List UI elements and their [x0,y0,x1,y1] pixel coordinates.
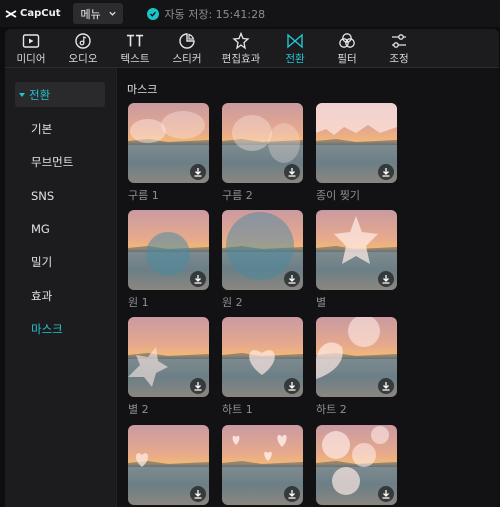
chevron-down-icon [109,11,116,16]
transition-card[interactable] [316,317,397,397]
download-icon[interactable] [284,486,300,502]
transition-card[interactable] [222,103,303,183]
tab-label: 미디어 [16,53,46,65]
materials-panel: 미디어 오디오 텍스트 스티커 편집효과 전환 필터 조정 전환 기본 무브먼트… [5,29,499,507]
sticker-icon [178,32,196,50]
effects-icon [232,32,250,50]
transition-card[interactable] [128,210,209,290]
sidebar-item-sns[interactable]: SNS [15,183,105,208]
transition-grid: 마스크 구름 1 구름 2 종이 찢기 원 1 원 2 별 별 2 하트 1 하… [116,68,499,507]
autosave-text: 자동 저장: 15:41:28 [164,7,266,21]
tab-adjust[interactable]: 조정 [373,29,425,67]
transition-icon [286,32,304,50]
filter-icon [338,32,356,50]
audio-icon [74,32,92,50]
tab-label: 조정 [389,53,409,65]
tab-label: 스티커 [172,53,202,65]
download-icon[interactable] [190,164,206,180]
transition-card[interactable] [222,210,303,290]
download-icon[interactable] [190,486,206,502]
tab-label: 필터 [337,53,357,65]
download-icon[interactable] [378,271,394,287]
section-title: 마스크 [127,83,158,96]
tab-label: 오디오 [68,53,98,65]
check-circle-icon [147,7,160,20]
transition-card-label: 하트 1 [222,403,253,416]
sidebar-item-mg[interactable]: MG [15,216,105,241]
transition-card-label: 원 1 [128,296,149,309]
media-icon [22,32,40,50]
tab-text[interactable]: 텍스트 [109,29,161,67]
transition-card[interactable] [316,425,397,505]
sidebar-item-basic[interactable]: 기본 [15,116,105,141]
capcut-logo-icon [5,9,17,18]
download-icon[interactable] [190,271,206,287]
transition-card[interactable] [316,210,397,290]
download-icon[interactable] [190,378,206,394]
tab-audio[interactable]: 오디오 [57,29,109,67]
tab-transition[interactable]: 전환 [269,29,321,67]
category-tabs: 미디어 오디오 텍스트 스티커 편집효과 전환 필터 조정 [5,29,499,68]
transition-card-label: 종이 찢기 [316,189,360,202]
text-icon [126,32,144,50]
transition-card-label: 구름 1 [128,189,159,202]
sidebar-item-mask[interactable]: 마스크 [15,316,105,341]
top-bar: CapCut 메뉴 자동 저장: 15:41:28 [0,0,500,27]
app-logo: CapCut [5,8,60,19]
tab-label: 텍스트 [120,53,150,65]
tab-filter[interactable]: 필터 [321,29,373,67]
tab-media[interactable]: 미디어 [5,29,57,67]
transition-card-label: 구름 2 [222,189,253,202]
tab-label: 편집효과 [221,53,261,65]
sidebar-item-effect[interactable]: 효과 [15,283,105,308]
transition-card-label: 별 2 [128,403,149,416]
sidebar-item-movement[interactable]: 무브먼트 [15,149,105,174]
sidebar-header-label: 전환 [29,87,51,102]
download-icon[interactable] [378,378,394,394]
transition-card-label: 원 2 [222,296,243,309]
transition-card[interactable] [128,103,209,183]
sidebar-item-push[interactable]: 밀기 [15,249,105,274]
app-name: CapCut [20,8,61,19]
download-icon[interactable] [378,486,394,502]
transition-card[interactable] [222,317,303,397]
transition-card[interactable] [128,425,209,505]
sidebar: 전환 기본 무브먼트 SNS MG 밀기 효과 마스크 [5,68,116,507]
autosave-status: 자동 저장: 15:41:28 [147,6,265,22]
adjust-icon [390,32,408,50]
transition-card-label: 별 [316,296,327,309]
download-icon[interactable] [284,378,300,394]
tab-sticker[interactable]: 스티커 [161,29,213,67]
download-icon[interactable] [378,164,394,180]
transition-card[interactable] [222,425,303,505]
transition-card-label: 하트 2 [316,403,347,416]
tab-effects[interactable]: 편집효과 [213,29,269,67]
tab-label: 전환 [285,53,305,65]
transition-card[interactable] [128,317,209,397]
transition-card[interactable] [316,103,397,183]
download-icon[interactable] [284,164,300,180]
menu-label: 메뉴 [80,7,101,21]
download-icon[interactable] [284,271,300,287]
menu-button[interactable]: 메뉴 [73,3,124,24]
sidebar-header-transition[interactable]: 전환 [15,82,105,107]
caret-down-icon [19,92,25,97]
